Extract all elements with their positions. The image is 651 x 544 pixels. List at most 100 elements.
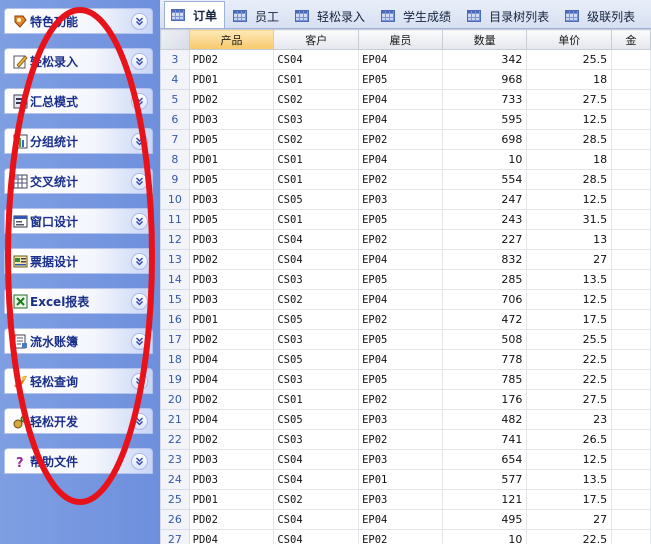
- cell-amount[interactable]: [611, 309, 651, 330]
- nav-item-easy-query[interactable]: 轻松查询: [4, 368, 153, 394]
- cell-employee[interactable]: EP03: [358, 489, 443, 510]
- cell-customer[interactable]: CS01: [273, 169, 360, 190]
- cell-employee[interactable]: EP04: [358, 349, 443, 370]
- cell-employee[interactable]: EP02: [358, 429, 443, 450]
- cell-customer[interactable]: CS04: [273, 229, 360, 250]
- cell-product[interactable]: PD03: [188, 269, 275, 290]
- table-row[interactable]: 4 PD01 CS01 EP05 968 18: [160, 69, 651, 90]
- cell-amount[interactable]: [611, 109, 651, 130]
- cell-quantity[interactable]: 706: [441, 289, 528, 310]
- cell-employee[interactable]: EP02: [358, 529, 443, 544]
- cell-customer[interactable]: CS04: [273, 449, 360, 470]
- column-header-amount[interactable]: 金: [611, 29, 651, 50]
- cell-quantity[interactable]: 342: [441, 49, 528, 70]
- row-number[interactable]: 26: [160, 509, 190, 530]
- cell-amount[interactable]: [611, 489, 651, 510]
- cell-amount[interactable]: [611, 169, 651, 190]
- cell-customer[interactable]: CS03: [273, 269, 360, 290]
- cell-employee[interactable]: EP02: [358, 229, 443, 250]
- tab-employees[interactable]: 员工: [226, 3, 287, 28]
- cell-amount[interactable]: [611, 269, 651, 290]
- cell-price[interactable]: 25.5: [526, 49, 613, 70]
- cell-quantity[interactable]: 785: [441, 369, 528, 390]
- cell-customer[interactable]: CS03: [273, 329, 360, 350]
- cell-quantity[interactable]: 285: [441, 269, 528, 290]
- cell-employee[interactable]: EP05: [358, 209, 443, 230]
- chevron-down-icon[interactable]: [131, 292, 148, 310]
- table-row[interactable]: 9 PD05 CS01 EP02 554 28.5: [160, 169, 651, 190]
- cell-price[interactable]: 27.5: [526, 89, 613, 110]
- cell-quantity[interactable]: 247: [441, 189, 528, 210]
- cell-quantity[interactable]: 176: [441, 389, 528, 410]
- chevron-down-icon[interactable]: [131, 132, 148, 150]
- nav-item-group-stats[interactable]: 分组统计: [4, 128, 153, 154]
- table-row[interactable]: 7 PD05 CS02 EP02 698 28.5: [160, 129, 651, 150]
- cell-quantity[interactable]: 482: [441, 409, 528, 430]
- cell-price[interactable]: 18: [526, 69, 613, 90]
- column-header-employee[interactable]: 雇员: [358, 29, 443, 50]
- cell-employee[interactable]: EP04: [358, 109, 443, 130]
- cell-product[interactable]: PD03: [188, 469, 275, 490]
- cell-product[interactable]: PD04: [188, 349, 275, 370]
- cell-customer[interactable]: CS04: [273, 249, 360, 270]
- cell-price[interactable]: 12.5: [526, 109, 613, 130]
- cell-price[interactable]: 22.5: [526, 349, 613, 370]
- cell-quantity[interactable]: 595: [441, 109, 528, 130]
- cell-price[interactable]: 28.5: [526, 129, 613, 150]
- cell-price[interactable]: 27: [526, 509, 613, 530]
- cell-product[interactable]: PD03: [188, 449, 275, 470]
- cell-amount[interactable]: [611, 149, 651, 170]
- nav-item-cross-stats[interactable]: 交叉统计: [4, 168, 153, 194]
- cell-amount[interactable]: [611, 89, 651, 110]
- cell-product[interactable]: PD02: [188, 509, 275, 530]
- cell-customer[interactable]: CS02: [273, 289, 360, 310]
- cell-quantity[interactable]: 243: [441, 209, 528, 230]
- cell-quantity[interactable]: 778: [441, 349, 528, 370]
- cell-price[interactable]: 13: [526, 229, 613, 250]
- table-row[interactable]: 20 PD02 CS01 EP02 176 27.5: [160, 389, 651, 410]
- chevron-down-icon[interactable]: [131, 12, 148, 30]
- cell-price[interactable]: 12.5: [526, 189, 613, 210]
- cell-product[interactable]: PD05: [188, 129, 275, 150]
- cell-amount[interactable]: [611, 409, 651, 430]
- table-row[interactable]: 21 PD04 CS05 EP03 482 23: [160, 409, 651, 430]
- cell-customer[interactable]: CS03: [273, 369, 360, 390]
- table-row[interactable]: 23 PD03 CS04 EP03 654 12.5: [160, 449, 651, 470]
- cell-product[interactable]: PD02: [188, 389, 275, 410]
- row-number[interactable]: 24: [160, 469, 190, 490]
- column-header-price[interactable]: 单价: [526, 29, 613, 50]
- cell-customer[interactable]: CS05: [273, 189, 360, 210]
- cell-customer[interactable]: CS04: [273, 469, 360, 490]
- cell-customer[interactable]: CS02: [273, 489, 360, 510]
- cell-product[interactable]: PD02: [188, 429, 275, 450]
- chevron-down-icon[interactable]: [131, 172, 148, 190]
- table-row[interactable]: 24 PD03 CS04 EP01 577 13.5: [160, 469, 651, 490]
- cell-product[interactable]: PD03: [188, 229, 275, 250]
- cell-quantity[interactable]: 227: [441, 229, 528, 250]
- row-number[interactable]: 23: [160, 449, 190, 470]
- cell-amount[interactable]: [611, 229, 651, 250]
- orders-grid[interactable]: 产品 客户 雇员 数量 单价 金 3 PD02 CS04 EP04 342 25.5 4 PD…: [160, 29, 651, 544]
- cell-product[interactable]: PD03: [188, 109, 275, 130]
- select-all-corner[interactable]: [160, 29, 190, 50]
- cell-customer[interactable]: CS02: [273, 89, 360, 110]
- cell-employee[interactable]: EP05: [358, 329, 443, 350]
- cell-employee[interactable]: EP03: [358, 449, 443, 470]
- nav-item-features[interactable]: 特色功能: [4, 8, 153, 34]
- table-row[interactable]: 3 PD02 CS04 EP04 342 25.5: [160, 49, 651, 70]
- chevron-down-icon[interactable]: [131, 332, 148, 350]
- cell-price[interactable]: 23: [526, 409, 613, 430]
- cell-customer[interactable]: CS04: [273, 529, 360, 544]
- cell-product[interactable]: PD01: [188, 489, 275, 510]
- cell-employee[interactable]: EP05: [358, 369, 443, 390]
- cell-customer[interactable]: CS04: [273, 509, 360, 530]
- cell-price[interactable]: 27: [526, 249, 613, 270]
- table-row[interactable]: 17 PD02 CS03 EP05 508 25.5: [160, 329, 651, 350]
- cell-price[interactable]: 18: [526, 149, 613, 170]
- cell-amount[interactable]: [611, 429, 651, 450]
- cell-employee[interactable]: EP05: [358, 269, 443, 290]
- nav-item-help[interactable]: ? 帮助文件: [4, 448, 153, 474]
- row-number[interactable]: 22: [160, 429, 190, 450]
- cell-product[interactable]: PD02: [188, 89, 275, 110]
- chevron-down-icon[interactable]: [131, 372, 148, 390]
